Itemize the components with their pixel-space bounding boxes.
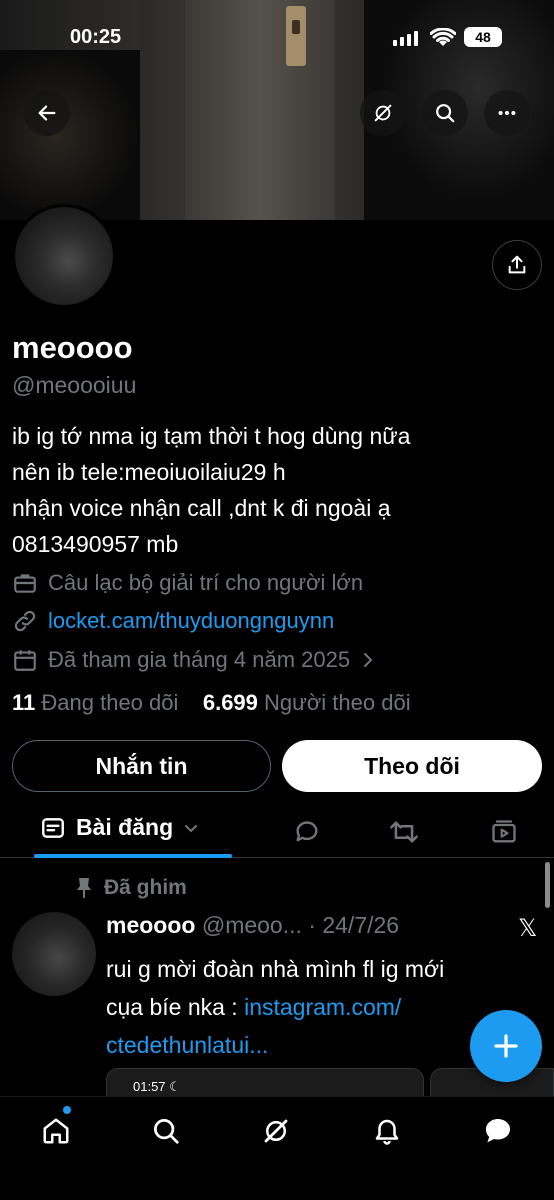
follow-button[interactable]: Theo dõi: [282, 740, 542, 792]
bell-icon: [375, 1119, 399, 1145]
x-logo-icon[interactable]: 𝕏: [518, 914, 537, 942]
pin-icon: [77, 878, 91, 898]
bio-line: nên ib tele:meoiuoilaiu29 h: [12, 459, 286, 485]
following-link[interactable]: 11 Đang theo dõi: [12, 690, 178, 715]
joined-label: Đã tham gia tháng 4 năm 2025: [48, 647, 351, 672]
pinned-indicator: Đã ghim: [74, 876, 187, 900]
following-label: Đang theo dõi: [41, 690, 179, 715]
following-count: 11: [12, 690, 36, 715]
post-text-segment: cụa bíe nka :: [106, 994, 245, 1020]
status-bar: 00:25 48: [0, 22, 554, 56]
post-link-continued[interactable]: ctedethunlatui...: [106, 1032, 268, 1058]
post-author-avatar[interactable]: [12, 912, 96, 996]
posts-icon: [42, 817, 64, 838]
nav-search[interactable]: [146, 1111, 186, 1151]
back-button[interactable]: [24, 90, 70, 136]
grok-icon: [374, 104, 392, 122]
tab-posts[interactable]: Bài đăng: [40, 814, 199, 841]
website-link[interactable]: locket.cam/thuyduongnguynn: [48, 608, 334, 634]
bio-line: ib ig tớ nma ig tạm thời t hog dùng nữa: [12, 423, 411, 449]
bio-line: 0813490957 mb: [12, 531, 179, 557]
back-arrow-icon: [38, 105, 56, 121]
link-icon: [14, 610, 36, 632]
chat-bubble-icon: [485, 1119, 510, 1143]
post-media-thumbnail[interactable]: 01:57 ☾: [106, 1068, 424, 1098]
profile-website[interactable]: locket.cam/thuyduongnguynn: [12, 606, 334, 636]
message-button[interactable]: Nhắn tin: [12, 740, 271, 792]
media-icon: [492, 820, 516, 843]
battery-icon: 48: [464, 27, 502, 47]
more-icon: [498, 110, 516, 116]
nav-messages[interactable]: [478, 1111, 518, 1151]
chevron-right-icon: [364, 653, 373, 667]
search-icon: [154, 1119, 179, 1144]
nav-notifications[interactable]: [367, 1111, 407, 1151]
search-icon: [436, 104, 455, 123]
tab-active-indicator: [34, 854, 232, 858]
post-text-line: rui g mời đoàn nhà mình fl ig mới: [106, 956, 445, 982]
post-text[interactable]: rui g mời đoàn nhà mình fl ig mới cụa bí…: [106, 950, 506, 1064]
category-label: Câu lạc bộ giải trí cho người lớn: [48, 570, 364, 595]
home-icon: [43, 1118, 69, 1144]
tab-replies[interactable]: [293, 818, 321, 851]
profile-tabs: Bài đăng: [0, 806, 554, 858]
share-icon: [508, 255, 526, 274]
calendar-icon: [14, 650, 36, 671]
nav-grok[interactable]: [256, 1111, 296, 1151]
grok-button[interactable]: [360, 90, 406, 136]
status-time: 00:25: [70, 26, 122, 48]
pinned-label: Đã ghim: [104, 876, 187, 899]
profile-joined[interactable]: Đã tham gia tháng 4 năm 2025: [12, 645, 376, 675]
tab-reposts[interactable]: [389, 818, 419, 851]
chevron-down-icon: [185, 824, 198, 832]
briefcase-icon: [14, 574, 36, 593]
home-notification-dot: [63, 1106, 71, 1114]
profile-name: meoooo: [12, 330, 133, 365]
post-header: meoooo @meoo... · 24/7/26: [106, 912, 399, 939]
compose-button[interactable]: [470, 1010, 542, 1082]
plus-icon: [494, 1034, 518, 1058]
post-text-line: cụa bíe nka : instagram.com/: [106, 988, 506, 1026]
bottom-navigation: [0, 1096, 554, 1200]
grok-icon: [264, 1119, 288, 1143]
wifi-icon: [430, 28, 456, 46]
post-author-name[interactable]: meoooo: [106, 912, 195, 938]
more-button[interactable]: [484, 90, 530, 136]
search-button[interactable]: [422, 90, 468, 136]
post-text-line: ctedethunlatui...: [106, 1026, 506, 1064]
reply-icon: [296, 821, 318, 842]
profile-bio: ib ig tớ nma ig tạm thời t hog dùng nữa …: [12, 418, 542, 562]
followers-count: 6.699: [202, 690, 258, 715]
follow-counts: 11 Đang theo dõi 6.699 Người theo dõi: [12, 690, 411, 716]
tab-posts-label: Bài đăng: [76, 814, 174, 840]
thumbnail-time: 01:57 ☾: [133, 1079, 181, 1094]
tab-media[interactable]: [490, 818, 518, 851]
share-button[interactable]: [492, 240, 542, 290]
cellular-signal-icon: [393, 30, 418, 46]
post-date: · 24/7/26: [308, 912, 400, 938]
followers-label: Người theo dõi: [264, 690, 411, 715]
banner-shadow-left: [0, 50, 140, 220]
post-link[interactable]: instagram.com/: [244, 994, 401, 1020]
scrollbar[interactable]: [545, 862, 550, 908]
bio-line: nhận voice nhận call ,dnt k đi ngoài ạ: [12, 495, 391, 521]
profile-avatar[interactable]: [12, 204, 116, 308]
post-author-handle: @meoo...: [201, 912, 302, 938]
followers-link[interactable]: 6.699 Người theo dõi: [203, 690, 411, 715]
repost-icon: [390, 821, 418, 843]
profile-category: Câu lạc bộ giải trí cho người lớn: [12, 568, 363, 598]
nav-home[interactable]: [36, 1111, 76, 1151]
profile-handle: @meoooiuu: [12, 372, 137, 398]
